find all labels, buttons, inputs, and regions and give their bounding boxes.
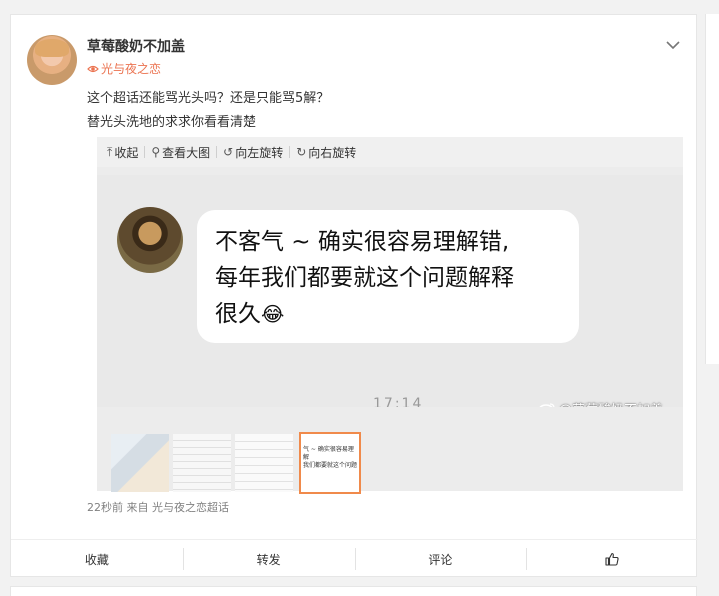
magnifier-icon: ⚲: [151, 145, 161, 159]
viewer-toolbar: ⤒ 收起 ⚲ 查看大图 ↺ 向左旋转 ↻ 向右旋转: [97, 137, 683, 167]
comment-label: 评论: [428, 552, 453, 567]
view-large-button[interactable]: ⚲ 查看大图: [145, 137, 216, 167]
collect-button[interactable]: 收藏: [11, 540, 183, 578]
topic-link[interactable]: 光与夜之恋: [87, 60, 161, 77]
main-image[interactable]: 不客气 ~ 确实很容易理解错, 每年我们都要就这个问题解释 很久😂 17:14 …: [97, 175, 683, 407]
post-text-line-1: 这个超话还能骂光头吗？还是只能骂5解？: [87, 91, 330, 106]
bubble-line-3: 很久😂: [215, 296, 575, 332]
chat-bubble: 不客气 ~ 确实很容易理解错, 每年我们都要就这个问题解释 很久😂: [197, 210, 579, 343]
rotate-right-button[interactable]: ↻ 向右旋转: [290, 137, 362, 167]
username[interactable]: 草莓酸奶不加盖: [87, 36, 185, 56]
bubble-line-2: 每年我们都要就这个问题解释: [215, 265, 514, 291]
bubble-line-3-text: 很久: [215, 301, 261, 327]
chevron-down-icon[interactable]: [665, 39, 681, 51]
collapse-button[interactable]: ⤒ 收起: [97, 137, 144, 167]
post-meta: 22秒前 来自 光与夜之恋超话: [87, 501, 229, 514]
topic-label: 光与夜之恋: [101, 62, 162, 76]
chat-bubble-text: 不客气 ~ 确实很容易理解错, 每年我们都要就这个问题解释 很久😂: [215, 224, 575, 332]
thumbnail-4-text: 气 ~ 确实很容易理解 我们都要就这个问题: [303, 446, 358, 469]
rotate-left-icon: ↺: [223, 145, 234, 159]
thumbnail-1[interactable]: [111, 434, 169, 492]
laughing-emoji-icon: 😂: [261, 302, 285, 326]
chat-timestamp: 17:14: [373, 396, 424, 407]
comment-button[interactable]: 评论: [354, 540, 527, 578]
weibo-logo-icon: [539, 402, 555, 407]
action-bar: 收藏 转发 评论: [11, 539, 698, 578]
arrow-up-icon: ⤒: [107, 144, 113, 159]
watermark-text: @草莓酸奶不加盖: [559, 399, 663, 407]
thumbnail-strip: 气 ~ 确实很容易理解 我们都要就这个问题: [97, 429, 683, 494]
topic-eye-icon: [87, 65, 99, 72]
bubble-line-1: 不客气 ~ 确实很容易理解错,: [215, 229, 510, 255]
avatar[interactable]: [27, 35, 77, 85]
collect-label: 收藏: [84, 552, 109, 567]
thumbnail-4-selected[interactable]: 气 ~ 确实很容易理解 我们都要就这个问题: [299, 432, 361, 494]
post-text-line-2: 替光头洗地的求求你看看清楚: [87, 115, 257, 130]
weibo-watermark: @草莓酸奶不加盖: [538, 399, 663, 407]
repost-button[interactable]: 转发: [182, 540, 355, 578]
thumbnail-2[interactable]: [173, 434, 231, 492]
weibo-post-card: 草莓酸奶不加盖 光与夜之恋 这个超话还能骂光头吗？还是只能骂5解？ 替光头洗地的…: [10, 14, 698, 578]
rotate-left-label: 向左旋转: [235, 145, 284, 160]
next-post-card-edge: [10, 586, 697, 596]
right-panel-edge: [705, 14, 719, 364]
rotate-right-icon: ↻: [296, 145, 307, 159]
thumbnail-3[interactable]: [235, 434, 293, 492]
collapse-label: 收起: [114, 145, 139, 160]
rotate-right-label: 向右旋转: [308, 145, 357, 160]
thumbs-up-icon: [605, 552, 619, 566]
image-viewer: ⤒ 收起 ⚲ 查看大图 ↺ 向左旋转 ↻ 向右旋转 不客气 ~ 确实很容易理解错…: [97, 137, 683, 494]
repost-label: 转发: [256, 552, 281, 567]
mona-lisa-avatar: [117, 207, 183, 273]
view-large-label: 查看大图: [162, 145, 211, 160]
like-button[interactable]: [526, 540, 698, 578]
rotate-left-button[interactable]: ↺ 向左旋转: [217, 137, 289, 167]
